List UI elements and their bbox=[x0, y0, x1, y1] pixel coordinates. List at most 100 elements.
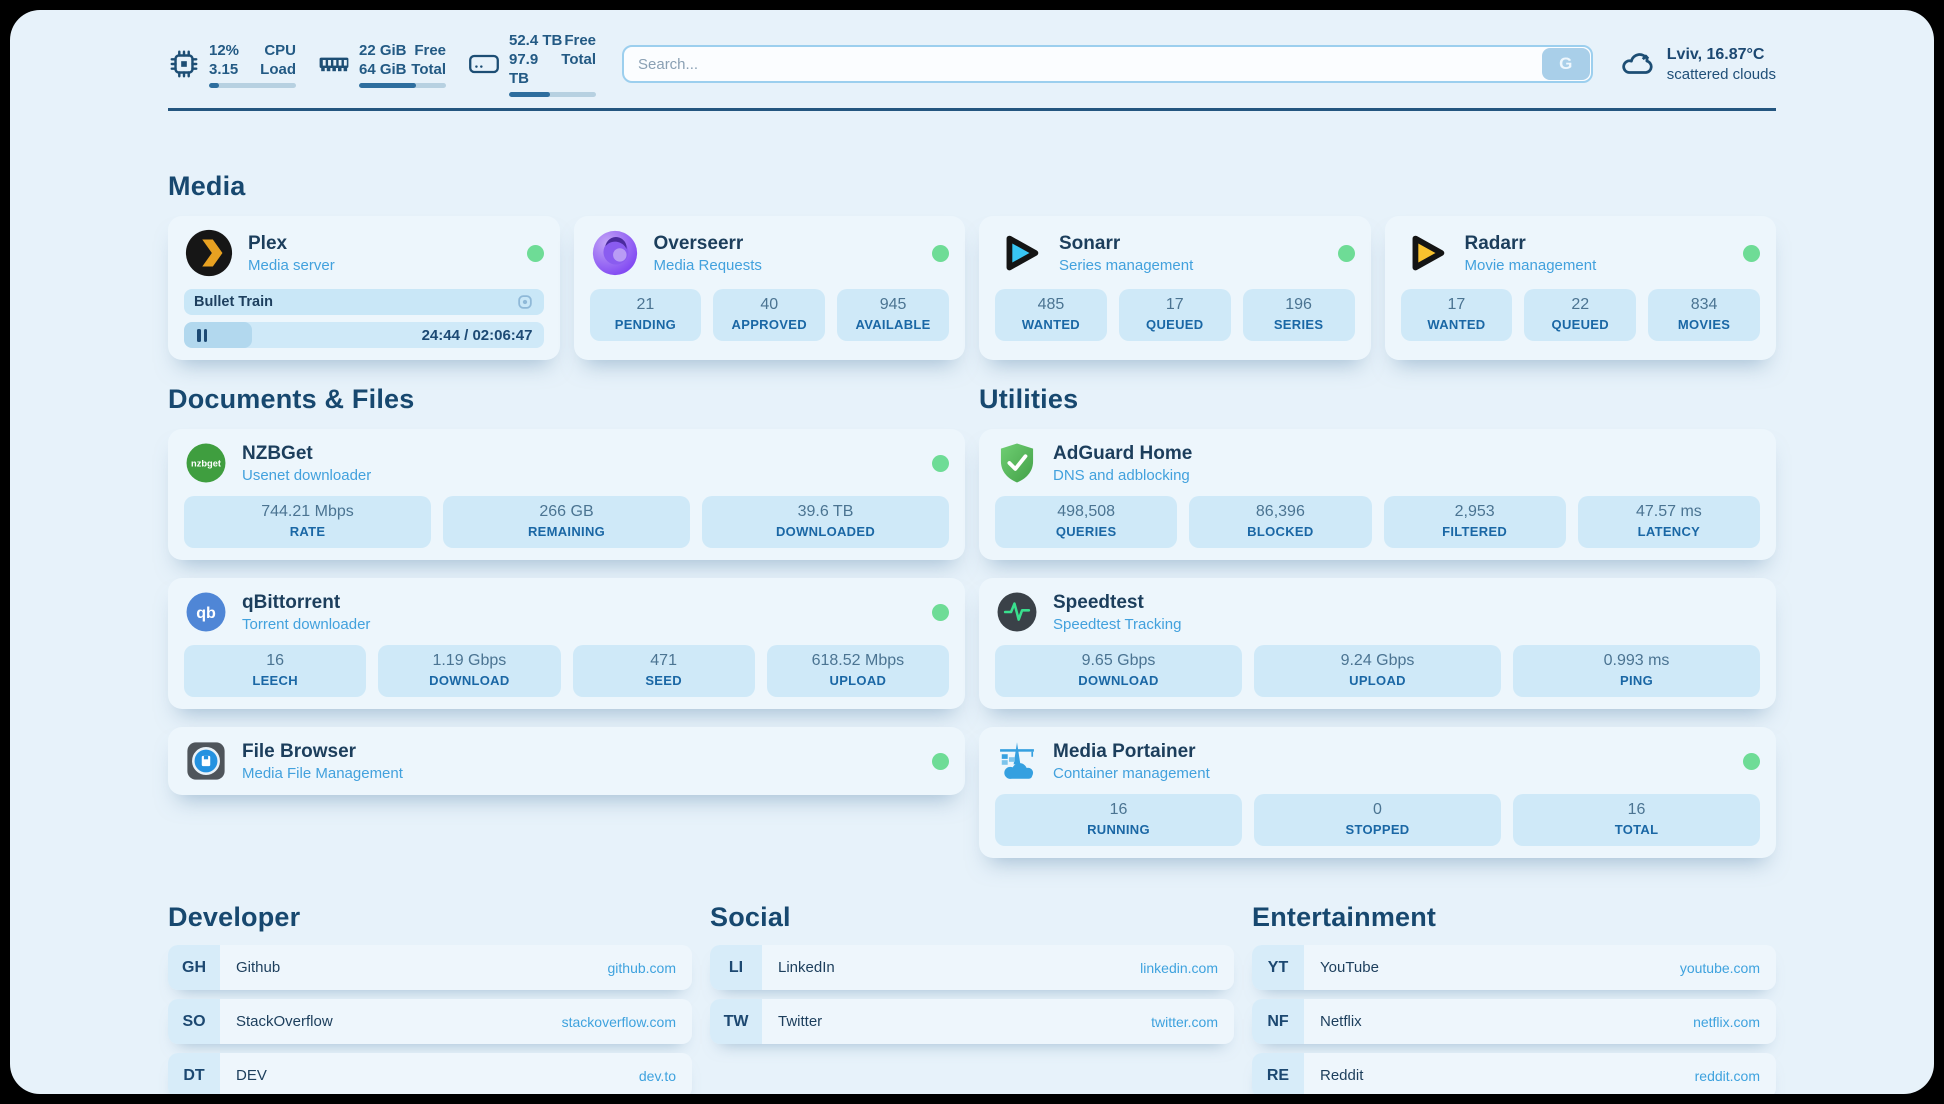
card-title: qBittorrent bbox=[242, 591, 370, 614]
card-subtitle: Usenet downloader bbox=[242, 466, 371, 485]
now-playing-title: Bullet Train bbox=[194, 294, 273, 310]
dashboard-panel: 12% CPU 3.15 Load bbox=[10, 10, 1934, 1094]
stat-box: 0.993 ms PING bbox=[1513, 645, 1760, 697]
bookmark-abbr: SO bbox=[168, 999, 220, 1044]
card-subtitle: Media Requests bbox=[654, 256, 762, 275]
svg-text:qb: qb bbox=[196, 604, 216, 622]
card-nzbget[interactable]: nzbget NZBGet Usenet downloader 744.21 M… bbox=[168, 429, 965, 560]
bookmark-abbr: YT bbox=[1252, 945, 1304, 990]
bookmark-url: linkedin.com bbox=[1140, 960, 1218, 976]
bookmark-name: YouTube bbox=[1320, 959, 1379, 976]
card-sonarr[interactable]: Sonarr Series management 485 WANTED 17 Q… bbox=[979, 216, 1371, 360]
card-filebrowser[interactable]: File Browser Media File Management bbox=[168, 727, 965, 795]
card-title: Radarr bbox=[1465, 232, 1597, 255]
bookmark-url: youtube.com bbox=[1680, 960, 1760, 976]
bookmark-dev[interactable]: DT DEV dev.to bbox=[168, 1053, 692, 1094]
bookmark-url: twitter.com bbox=[1151, 1014, 1218, 1030]
card-plex[interactable]: Plex Media server Bullet Train 24:44 / 0… bbox=[168, 216, 560, 360]
filebrowser-icon bbox=[184, 739, 228, 783]
card-radarr[interactable]: Radarr Movie management 17 WANTED 22 QUE… bbox=[1385, 216, 1777, 360]
search-bar: G bbox=[622, 45, 1593, 83]
stat-box: 2,953 FILTERED bbox=[1384, 496, 1566, 548]
section-heading-entertainment: Entertainment bbox=[1252, 902, 1776, 933]
stat-box: 744.21 Mbps RATE bbox=[184, 496, 431, 548]
bookmark-github[interactable]: GH Github github.com bbox=[168, 945, 692, 990]
memory-total-label: Total bbox=[411, 60, 446, 79]
google-search-button[interactable]: G bbox=[1542, 48, 1590, 80]
card-adguard[interactable]: AdGuard Home DNS and adblocking 498,508 … bbox=[979, 429, 1776, 560]
card-subtitle: Media server bbox=[248, 256, 335, 275]
disk-icon bbox=[468, 48, 500, 80]
card-subtitle: Container management bbox=[1053, 764, 1210, 783]
stat-box: 39.6 TB DOWNLOADED bbox=[702, 496, 949, 548]
card-portainer[interactable]: Media Portainer Container management 16 … bbox=[979, 727, 1776, 858]
card-subtitle: Torrent downloader bbox=[242, 615, 370, 634]
portainer-icon bbox=[995, 739, 1039, 783]
bookmarks-developer: Developer GH Github github.com SO StackO… bbox=[168, 902, 692, 1094]
card-title: Sonarr bbox=[1059, 232, 1193, 255]
adguard-icon bbox=[995, 441, 1039, 485]
bookmark-name: Netflix bbox=[1320, 1013, 1362, 1030]
bookmark-url: stackoverflow.com bbox=[562, 1014, 676, 1030]
card-subtitle: Speedtest Tracking bbox=[1053, 615, 1181, 634]
search-input[interactable] bbox=[622, 45, 1593, 83]
bookmark-name: DEV bbox=[236, 1067, 267, 1084]
stat-box: 21 PENDING bbox=[590, 289, 702, 341]
gear-icon[interactable] bbox=[516, 293, 534, 311]
stat-box: 266 GB REMAINING bbox=[443, 496, 690, 548]
bookmark-name: Reddit bbox=[1320, 1067, 1363, 1084]
status-dot bbox=[932, 753, 949, 770]
bookmark-netflix[interactable]: NF Netflix netflix.com bbox=[1252, 999, 1776, 1044]
stat-box: 22 QUEUED bbox=[1524, 289, 1636, 341]
stat-box: 9.24 Gbps UPLOAD bbox=[1254, 645, 1501, 697]
memory-free-label: Free bbox=[414, 41, 446, 60]
memory-free: 22 GiB bbox=[359, 41, 407, 60]
cpu-widget: 12% CPU 3.15 Load bbox=[168, 31, 296, 97]
bookmark-reddit[interactable]: RE Reddit reddit.com bbox=[1252, 1053, 1776, 1094]
bookmark-linkedin[interactable]: LI LinkedIn linkedin.com bbox=[710, 945, 1234, 990]
disk-total-label: Total bbox=[561, 50, 596, 88]
bookmark-url: reddit.com bbox=[1695, 1068, 1760, 1084]
cpu-progress-bar bbox=[209, 83, 296, 88]
bookmark-url: netflix.com bbox=[1693, 1014, 1760, 1030]
bookmark-twitter[interactable]: TW Twitter twitter.com bbox=[710, 999, 1234, 1044]
card-overseerr[interactable]: Overseerr Media Requests 21 PENDING 40 A… bbox=[574, 216, 966, 360]
playback-progress-bar: 24:44 / 02:06:47 bbox=[184, 322, 544, 348]
card-qbittorrent[interactable]: qb qBittorrent Torrent downloader 16 LEE… bbox=[168, 578, 965, 709]
status-dot bbox=[1743, 245, 1760, 262]
bookmark-youtube[interactable]: YT YouTube youtube.com bbox=[1252, 945, 1776, 990]
bookmark-url: dev.to bbox=[639, 1068, 676, 1084]
utilities-column: Utilities bbox=[979, 384, 1776, 858]
section-heading-media: Media bbox=[168, 171, 1776, 202]
stat-box: 47.57 ms LATENCY bbox=[1578, 496, 1760, 548]
bookmark-name: Twitter bbox=[778, 1013, 822, 1030]
stat-box: 485 WANTED bbox=[995, 289, 1107, 341]
memory-total: 64 GiB bbox=[359, 60, 407, 79]
header-divider bbox=[168, 108, 1776, 111]
stat-box: 16 LEECH bbox=[184, 645, 366, 697]
bookmark-name: LinkedIn bbox=[778, 959, 835, 976]
status-dot bbox=[527, 245, 544, 262]
stat-box: 40 APPROVED bbox=[713, 289, 825, 341]
pause-icon bbox=[197, 329, 209, 342]
bookmark-abbr: GH bbox=[168, 945, 220, 990]
weather-condition: scattered clouds bbox=[1667, 65, 1776, 84]
memory-icon bbox=[318, 48, 350, 80]
cpu-usage: 12% bbox=[209, 41, 239, 60]
bookmarks-social: Social LI LinkedIn linkedin.com TW Twitt… bbox=[710, 902, 1234, 1094]
bookmark-stackoverflow[interactable]: SO StackOverflow stackoverflow.com bbox=[168, 999, 692, 1044]
bookmark-abbr: TW bbox=[710, 999, 762, 1044]
status-dot bbox=[1338, 245, 1355, 262]
stat-box: 196 SERIES bbox=[1243, 289, 1355, 341]
stat-box: 86,396 BLOCKED bbox=[1189, 496, 1371, 548]
plex-icon bbox=[184, 228, 234, 278]
card-speedtest[interactable]: Speedtest Speedtest Tracking 9.65 Gbps D… bbox=[979, 578, 1776, 709]
cloud-icon bbox=[1619, 49, 1655, 79]
section-heading-developer: Developer bbox=[168, 902, 692, 933]
top-bar: 12% CPU 3.15 Load bbox=[168, 36, 1776, 92]
svg-text:nzbget: nzbget bbox=[191, 458, 221, 468]
stat-box: 16 TOTAL bbox=[1513, 794, 1760, 846]
bookmark-abbr: LI bbox=[710, 945, 762, 990]
cpu-icon bbox=[168, 48, 200, 80]
section-heading-social: Social bbox=[710, 902, 1234, 933]
